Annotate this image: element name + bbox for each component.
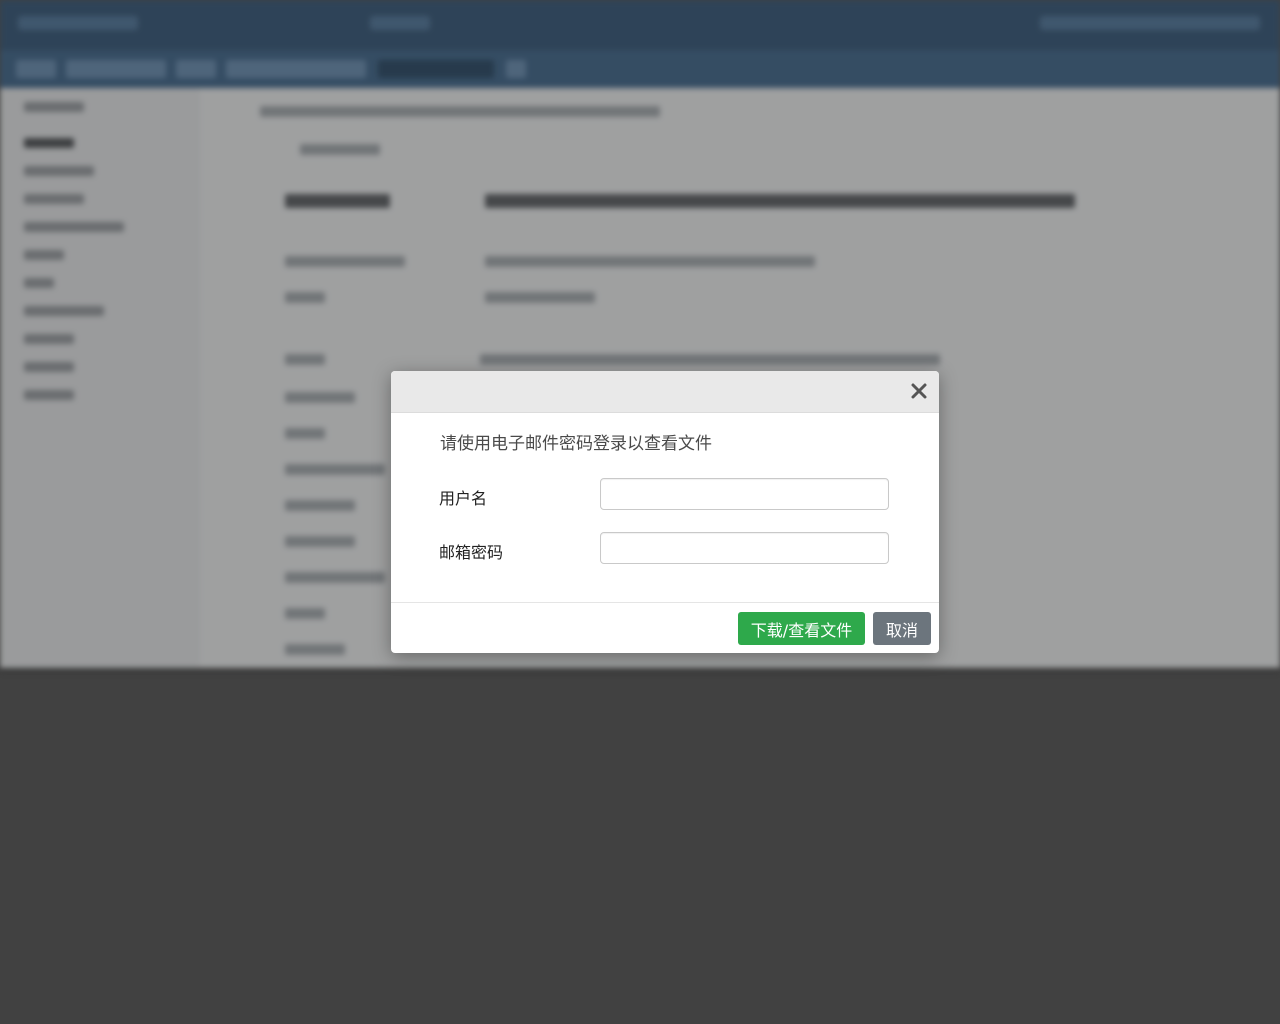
dialog-message: 请使用电子邮件密码登录以查看文件 [440, 434, 712, 454]
username-input[interactable] [600, 478, 889, 510]
dialog-footer: 下载/查看文件 取消 [391, 602, 939, 653]
cancel-button[interactable]: 取消 [873, 612, 931, 645]
close-button[interactable] [907, 379, 931, 403]
bg-sidebar [0, 88, 200, 672]
login-dialog: 请使用电子邮件密码登录以查看文件 用户名 邮箱密码 下载/查看文件 取消 [391, 371, 939, 653]
download-view-button[interactable]: 下载/查看文件 [738, 612, 865, 645]
password-input[interactable] [600, 532, 889, 564]
bg-tab-strip [0, 50, 1280, 88]
close-icon [907, 383, 931, 406]
password-label: 邮箱密码 [439, 543, 504, 562]
dialog-header [391, 371, 939, 413]
bg-edge [0, 668, 1280, 672]
bg-top-bar [0, 0, 1280, 50]
username-label: 用户名 [439, 489, 488, 508]
